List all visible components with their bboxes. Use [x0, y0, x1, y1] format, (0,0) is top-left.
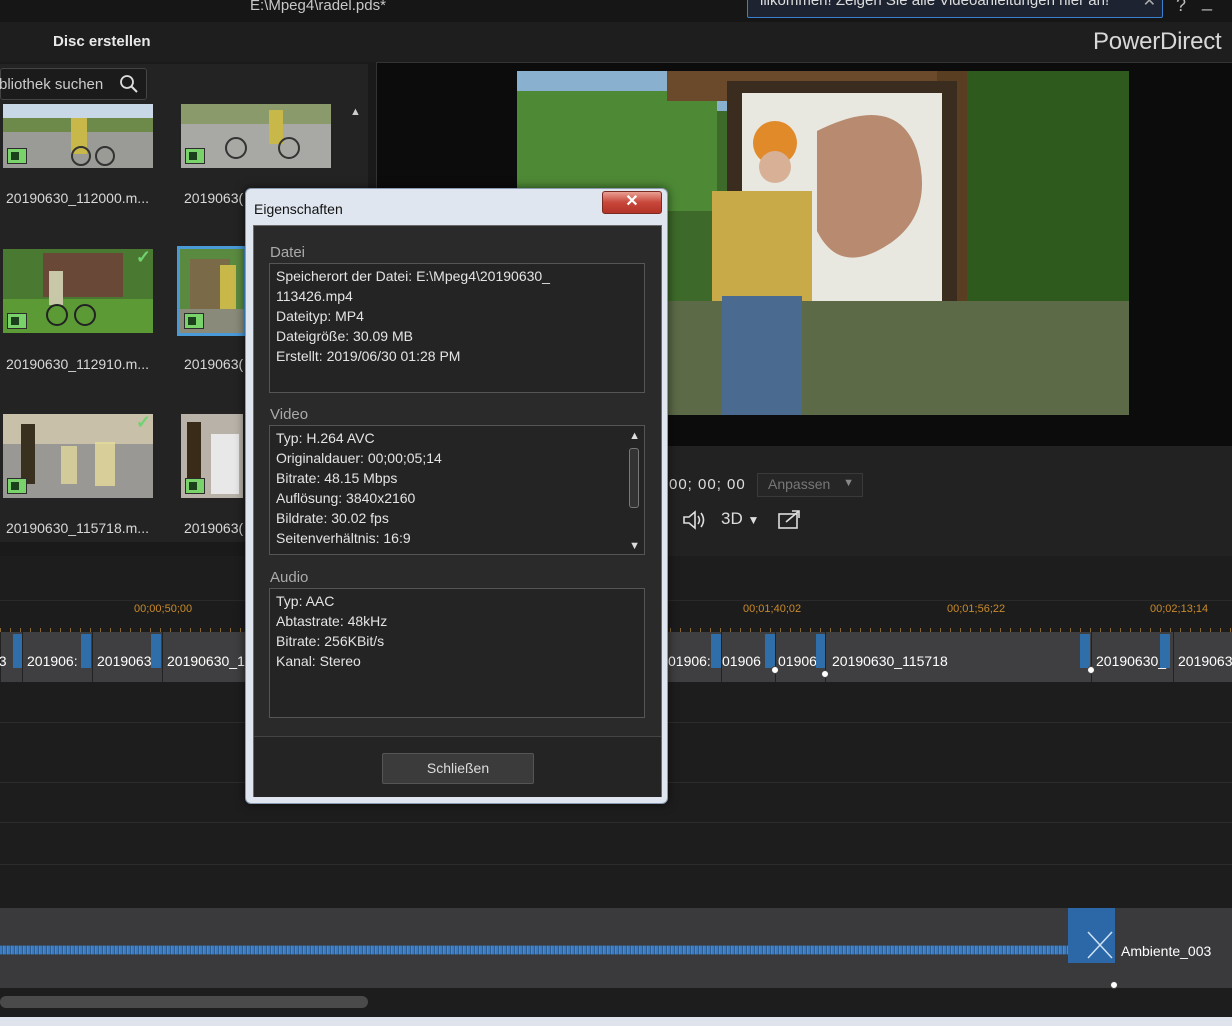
transition-cross-icon	[1087, 931, 1113, 959]
video-info-line: Auflösung: 3840x2160	[276, 490, 416, 506]
tab-disc-erstellen[interactable]: Disc erstellen	[53, 33, 151, 50]
video-info-line: Seitenverhältnis: 16:9	[276, 530, 411, 546]
checkmark-icon: ✓	[135, 414, 151, 432]
dialog-body: Datei Speicherort der Datei: E:\Mpeg4\20…	[253, 225, 662, 797]
timeline-clip[interactable]: 20190630_	[1091, 632, 1175, 682]
timeline-clip[interactable]: 2019063	[92, 632, 164, 682]
thumbnail-caption: 2019063(	[184, 520, 244, 536]
ruler-timecode: 00;01;40;02	[743, 603, 802, 615]
video-clip-icon	[185, 148, 205, 164]
timeline-clip[interactable]: 63	[0, 632, 24, 682]
dialog-title: Eigenschaften	[254, 201, 343, 217]
audio-info-box: Typ: AAC Abtastrate: 48kHz Bitrate: 256K…	[269, 588, 645, 718]
help-button[interactable]: ?	[1176, 0, 1186, 16]
minimize-button[interactable]: _	[1202, 0, 1212, 12]
file-info-line: Erstellt: 2019/06/30 01:28 PM	[276, 348, 461, 364]
scroll-up-icon[interactable]: ▲	[350, 106, 361, 118]
video-info-line: Originaldauer: 00;00;05;14	[276, 450, 442, 466]
search-input[interactable]: bliothek suchen	[0, 68, 147, 100]
thumbnail-caption: 20190630_115718.m...	[6, 520, 149, 536]
ruler-timecode: 00;02;13;14	[1150, 603, 1209, 615]
video-info-line: Bildrate: 30.02 fps	[276, 510, 389, 526]
ruler-timecode: 00;01;56;22	[947, 603, 1006, 615]
timeline-clip[interactable]: 01906	[721, 632, 777, 682]
section-title-file: Datei	[270, 244, 306, 261]
video-clip-icon	[184, 313, 204, 329]
search-placeholder[interactable]: bliothek suchen	[0, 76, 103, 93]
media-thumbnail[interactable]	[181, 414, 243, 498]
audio-clip-label[interactable]: Ambiente_003	[1121, 943, 1211, 959]
title-bar: E:\Mpeg4\radel.pds* illkommen! Zeigen Si…	[0, 0, 1232, 22]
file-info-line: 113426.mp4	[276, 288, 353, 304]
video-info-box[interactable]: Typ: H.264 AVC Originaldauer: 00;00;05;1…	[269, 425, 645, 555]
search-icon[interactable]	[119, 74, 139, 94]
chevron-down-icon[interactable]: ▼	[843, 477, 854, 489]
3d-label[interactable]: 3D	[721, 509, 743, 528]
volume-icon[interactable]	[682, 510, 706, 530]
section-title-audio: Audio	[270, 569, 309, 586]
keyframe-handle[interactable]	[1087, 666, 1095, 674]
chevron-down-icon[interactable]: ▼	[747, 513, 759, 527]
video-clip-icon	[185, 478, 205, 494]
media-thumbnail[interactable]	[3, 104, 153, 168]
properties-dialog: Eigenschaften ✕ Datei Speicherort der Da…	[245, 188, 668, 804]
audio-info-line: Typ: AAC	[276, 593, 335, 609]
thumbnail-caption: 2019063(	[184, 190, 244, 206]
external-display-icon[interactable]	[777, 510, 801, 530]
timeline-clip[interactable]: 20190630_115718	[825, 632, 1093, 682]
video-clip-icon	[7, 313, 27, 329]
keyframe-handle[interactable]	[821, 670, 829, 678]
track-divider	[0, 864, 1232, 865]
horizontal-scrollbar[interactable]	[0, 996, 368, 1008]
close-button[interactable]: Schließen	[382, 753, 534, 784]
keyframe-handle[interactable]	[771, 666, 779, 674]
video-clip-icon	[7, 478, 27, 494]
timeline-clip[interactable]: 20190630_1	[162, 632, 247, 682]
thumbnail-caption: 20190630_112910.m...	[6, 356, 149, 372]
dialog-footer: Schließen	[254, 736, 661, 797]
video-clip-icon	[7, 148, 27, 164]
media-thumbnail[interactable]	[181, 104, 331, 168]
scroll-down-icon[interactable]: ▼	[629, 540, 640, 552]
keyframe-handle[interactable]	[1110, 981, 1118, 989]
timeline-clip[interactable]: 01906	[775, 632, 827, 682]
toolbar: Disc erstellen PowerDirect	[0, 22, 1232, 62]
scroll-up-icon[interactable]: ▲	[629, 430, 640, 442]
file-info-line: Speicherort der Datei: E:\Mpeg4\20190630…	[276, 268, 550, 284]
3d-mode-button[interactable]: 3D ▼	[721, 509, 759, 529]
media-thumbnail-selected[interactable]	[177, 246, 247, 336]
thumbnail-caption: 20190630_112000.m...	[6, 190, 149, 206]
file-info-line: Dateityp: MP4	[276, 308, 364, 324]
track-divider	[0, 822, 1232, 823]
video-info-line: Bitrate: 48.15 Mbps	[276, 470, 398, 486]
timeline-clip[interactable]: 2019063	[1173, 632, 1232, 682]
video-info-line: Typ: H.264 AVC	[276, 430, 375, 446]
transition-icon[interactable]	[1068, 908, 1115, 963]
audio-info-line: Bitrate: 256KBit/s	[276, 633, 385, 649]
scrollbar-thumb[interactable]	[629, 448, 639, 508]
taskbar	[0, 1017, 1232, 1026]
timecode-display[interactable]: 00; 00; 00	[669, 476, 746, 493]
close-icon[interactable]: ✕	[1143, 0, 1156, 11]
section-title-video: Video	[270, 406, 309, 423]
file-info-box: Speicherort der Datei: E:\Mpeg4\20190630…	[269, 263, 645, 393]
ruler-timecode: 00;00;50;00	[134, 603, 193, 615]
fit-dropdown[interactable]: Anpassen ▼	[757, 473, 863, 497]
welcome-text[interactable]: illkommen! Zeigen Sie alle Videoanleitun…	[760, 0, 1109, 9]
timeline-clip[interactable]: 201906:	[22, 632, 94, 682]
file-info-line: Dateigröße: 30.09 MB	[276, 328, 413, 344]
media-thumbnail[interactable]: ✓	[3, 249, 153, 333]
media-thumbnail[interactable]: ✓	[3, 414, 153, 498]
timeline-clip[interactable]: 01906:	[667, 632, 723, 682]
thumbnail-caption: 2019063(	[184, 356, 244, 372]
welcome-banner[interactable]: illkommen! Zeigen Sie alle Videoanleitun…	[747, 0, 1163, 18]
checkmark-icon: ✓	[135, 249, 151, 267]
dialog-close-button[interactable]: ✕	[602, 191, 662, 214]
audio-info-line: Kanal: Stereo	[276, 653, 361, 669]
brand-logo: PowerDirect	[1093, 28, 1222, 55]
audio-info-line: Abtastrate: 48kHz	[276, 613, 388, 629]
fit-dropdown-value[interactable]: Anpassen	[768, 476, 830, 492]
window-title: E:\Mpeg4\radel.pds*	[250, 0, 386, 14]
